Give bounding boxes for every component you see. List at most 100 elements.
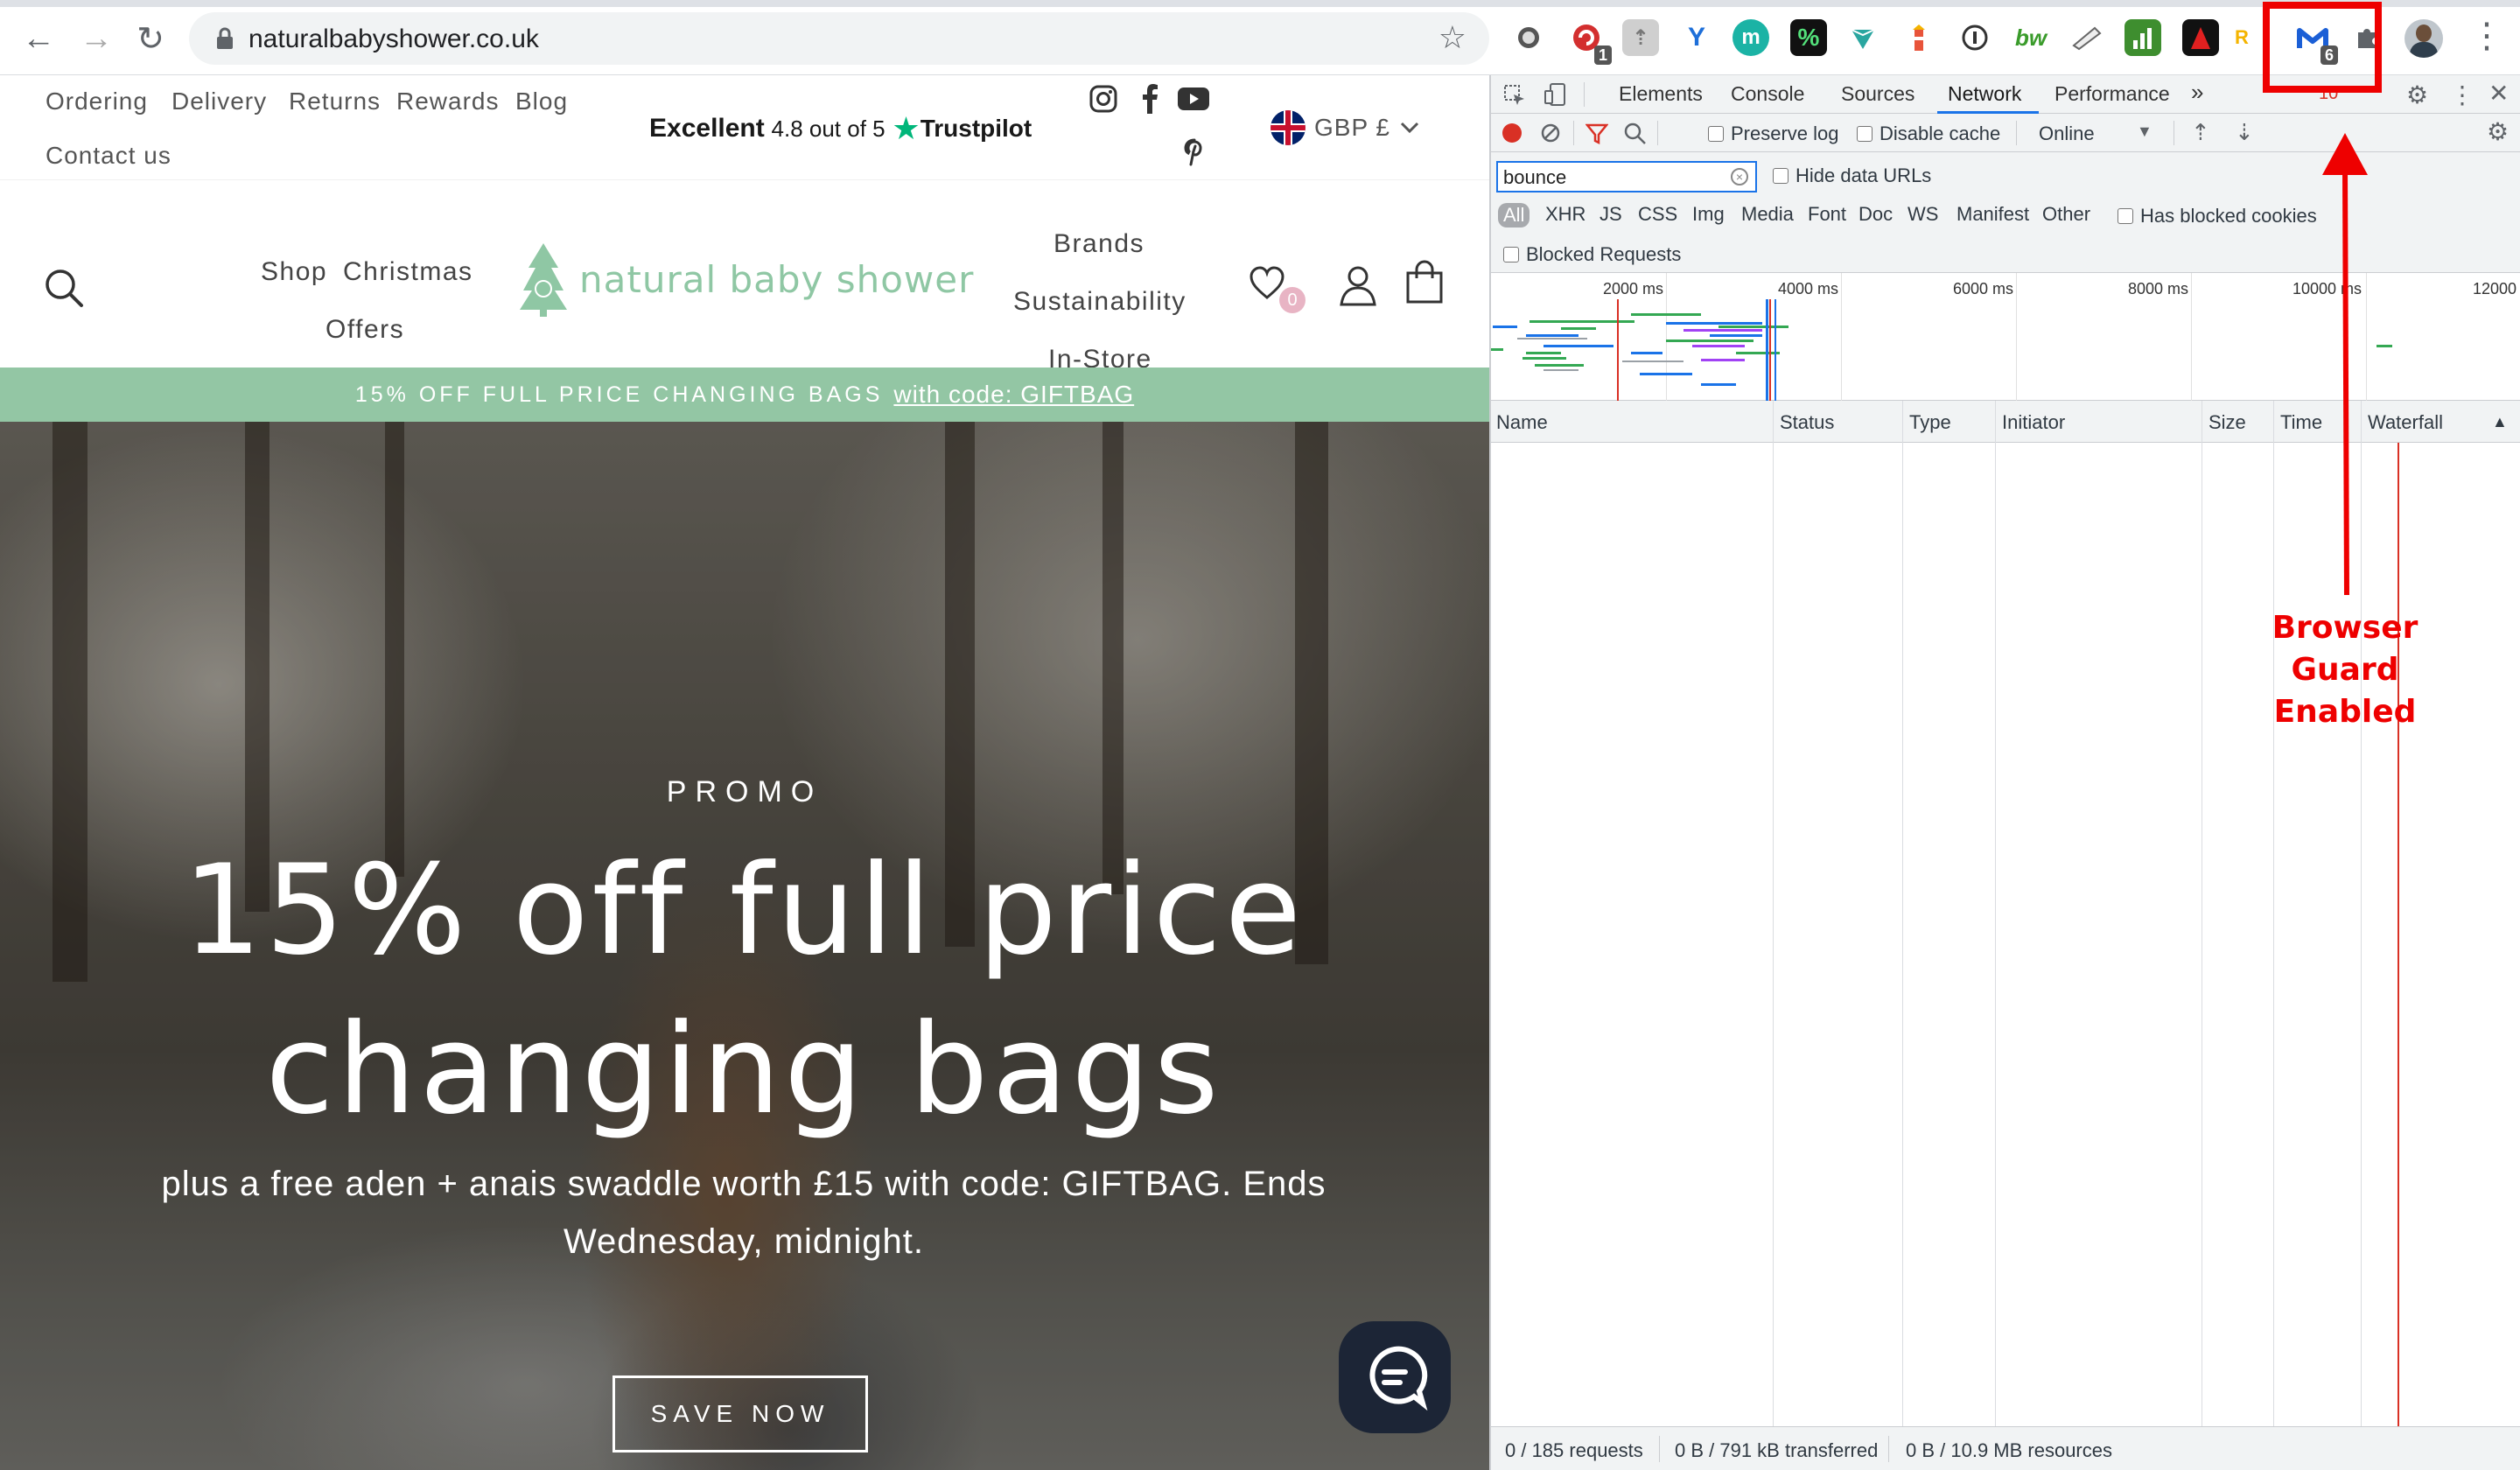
clear-filter-icon[interactable]: × bbox=[1731, 168, 1748, 186]
nav-link-delivery[interactable]: Delivery bbox=[172, 88, 267, 116]
extension-notepad-icon[interactable] bbox=[2068, 19, 2105, 56]
inspect-element-icon[interactable] bbox=[1503, 84, 1526, 107]
extension-bw-icon[interactable]: bw bbox=[2012, 19, 2049, 56]
record-icon[interactable] bbox=[1502, 122, 1522, 144]
facebook-icon[interactable] bbox=[1139, 84, 1160, 114]
hide-data-urls-checkbox[interactable]: Hide data URLs bbox=[1773, 164, 1931, 187]
back-arrow-icon[interactable]: ← bbox=[18, 18, 60, 60]
pinterest-icon[interactable] bbox=[1183, 138, 1206, 166]
column-waterfall[interactable]: Waterfall bbox=[2368, 411, 2443, 434]
throttling-select[interactable]: Online bbox=[2039, 122, 2095, 145]
instagram-icon[interactable] bbox=[1088, 84, 1118, 114]
extension-badge: 1 bbox=[1593, 46, 1612, 65]
nav-offers[interactable]: Offers bbox=[326, 315, 404, 345]
device-toolbar-icon[interactable] bbox=[1544, 82, 1570, 107]
type-filter-doc[interactable]: Doc bbox=[1858, 203, 1893, 226]
export-har-icon[interactable]: ⇣ bbox=[2235, 119, 2254, 146]
type-filter-manifest[interactable]: Manifest bbox=[1956, 203, 2029, 226]
column-time[interactable]: Time bbox=[2280, 411, 2322, 434]
nav-shop[interactable]: Shop bbox=[261, 257, 327, 287]
chat-widget-button[interactable] bbox=[1339, 1321, 1451, 1433]
type-filter-media[interactable]: Media bbox=[1741, 203, 1794, 226]
extension-red-shield-icon[interactable]: 1 bbox=[1568, 19, 1612, 65]
extension-partial-icon[interactable]: R bbox=[2233, 19, 2250, 56]
trustpilot-widget[interactable]: Excellent 4.8 out of 5 ★Trustpilot bbox=[649, 110, 1032, 147]
type-filter-xhr[interactable]: XHR bbox=[1545, 203, 1586, 226]
blocked-requests-label: Blocked Requests bbox=[1526, 243, 1682, 265]
type-filter-ws[interactable]: WS bbox=[1908, 203, 1938, 226]
url-text: naturalbabyshower.co.uk bbox=[248, 24, 539, 53]
browser-toolbar: ← → ↻ naturalbabyshower.co.uk ☆ 1 ⇡ Y m … bbox=[0, 0, 2520, 75]
profile-avatar[interactable] bbox=[2404, 19, 2443, 58]
settings-gear-icon[interactable]: ⚙ bbox=[2406, 80, 2428, 109]
extension-lighthouse-icon[interactable] bbox=[1900, 19, 1937, 56]
extension-chart-icon[interactable] bbox=[2124, 19, 2161, 56]
type-filter-all[interactable]: All bbox=[1498, 203, 1530, 228]
throttling-dropdown-icon[interactable]: ▼ bbox=[2137, 122, 2152, 141]
extension-v-icon[interactable]: Y bbox=[1678, 19, 1715, 56]
extension-circle-icon[interactable] bbox=[1510, 19, 1547, 56]
column-type[interactable]: Type bbox=[1909, 411, 1951, 434]
tab-performance[interactable]: Performance bbox=[2054, 82, 2170, 106]
extension-gray-icon[interactable]: ⇡ bbox=[1622, 19, 1659, 56]
requests-table-header: Name Status Type Initiator Size Time Wat… bbox=[1491, 401, 2520, 443]
extension-m-icon[interactable]: m bbox=[1732, 19, 1769, 56]
extension-percent-icon[interactable]: % bbox=[1790, 19, 1827, 56]
reload-icon[interactable]: ↻ bbox=[130, 18, 172, 60]
blocked-requests-checkbox[interactable]: Blocked Requests bbox=[1503, 243, 1681, 266]
network-settings-icon[interactable]: ⚙ bbox=[2487, 117, 2509, 146]
search-requests-icon[interactable] bbox=[1624, 122, 1647, 145]
extension-blue-gem-icon[interactable] bbox=[1844, 19, 1881, 56]
nav-link-blog[interactable]: Blog bbox=[515, 88, 568, 116]
account-icon[interactable] bbox=[1339, 264, 1377, 306]
search-icon[interactable] bbox=[44, 268, 84, 308]
save-now-button[interactable]: SAVE NOW bbox=[612, 1376, 868, 1452]
nav-link-contact[interactable]: Contact us bbox=[46, 142, 172, 170]
type-filter-js[interactable]: JS bbox=[1600, 203, 1622, 226]
browser-menu-icon[interactable]: ⋮ bbox=[2469, 16, 2504, 56]
devtools-menu-icon[interactable]: ⋮ bbox=[2450, 80, 2474, 109]
shopping-bag-icon[interactable] bbox=[1405, 259, 1444, 304]
preserve-log-checkbox[interactable]: Preserve log bbox=[1708, 122, 1839, 145]
currency-selector[interactable]: GBP £ bbox=[1270, 110, 1420, 145]
column-size[interactable]: Size bbox=[2208, 411, 2246, 434]
close-devtools-icon[interactable]: ✕ bbox=[2488, 79, 2509, 108]
forward-arrow-icon[interactable]: → bbox=[75, 18, 117, 60]
address-bar[interactable]: naturalbabyshower.co.uk ☆ bbox=[189, 12, 1489, 65]
chevron-down-icon bbox=[1400, 122, 1419, 134]
youtube-icon[interactable] bbox=[1178, 88, 1209, 110]
column-name[interactable]: Name bbox=[1496, 411, 1548, 434]
filter-icon[interactable] bbox=[1586, 122, 1608, 145]
tab-network[interactable]: Network bbox=[1948, 82, 2021, 106]
column-initiator[interactable]: Initiator bbox=[2002, 411, 2065, 434]
type-filter-font[interactable]: Font bbox=[1808, 203, 1846, 226]
extension-red-a-icon[interactable] bbox=[2182, 19, 2219, 56]
column-status[interactable]: Status bbox=[1780, 411, 1834, 434]
nav-link-ordering[interactable]: Ordering bbox=[46, 88, 148, 116]
type-filter-other[interactable]: Other bbox=[2042, 203, 2090, 226]
nav-brands[interactable]: Brands bbox=[1054, 229, 1144, 259]
more-tabs-icon[interactable]: » bbox=[2191, 79, 2203, 106]
network-toolbar: Preserve log Disable cache Online ▼ ⇡ ⇣ … bbox=[1491, 114, 2520, 152]
tab-elements[interactable]: Elements bbox=[1619, 82, 1703, 106]
clear-log-icon[interactable] bbox=[1540, 122, 1561, 144]
tab-sources[interactable]: Sources bbox=[1841, 82, 1914, 106]
nav-christmas[interactable]: Christmas bbox=[343, 257, 473, 287]
tab-console[interactable]: Console bbox=[1731, 82, 1804, 106]
nav-link-returns[interactable]: Returns bbox=[289, 88, 381, 116]
promo-banner: 15% OFF FULL PRICE CHANGING BAGS with co… bbox=[0, 368, 1489, 422]
type-filter-img[interactable]: Img bbox=[1692, 203, 1725, 226]
nav-sustainability[interactable]: Sustainability bbox=[1013, 287, 1186, 317]
has-blocked-cookies-checkbox[interactable]: Has blocked cookies bbox=[2118, 205, 2317, 228]
sort-ascending-icon[interactable]: ▲ bbox=[2492, 413, 2508, 431]
import-har-icon[interactable]: ⇡ bbox=[2191, 119, 2210, 146]
overview-timeline-bars bbox=[1491, 299, 2392, 401]
extension-info-icon[interactable] bbox=[1956, 19, 1993, 56]
site-logo[interactable]: natural baby shower bbox=[518, 242, 974, 317]
bookmark-star-icon[interactable]: ☆ bbox=[1438, 19, 1466, 56]
promo-banner-link[interactable]: with code: GIFTBAG bbox=[893, 381, 1134, 409]
type-filter-css[interactable]: CSS bbox=[1638, 203, 1677, 226]
nav-link-rewards[interactable]: Rewards bbox=[396, 88, 499, 116]
filter-input[interactable]: bounce × bbox=[1496, 161, 1757, 192]
disable-cache-checkbox[interactable]: Disable cache bbox=[1857, 122, 2000, 145]
